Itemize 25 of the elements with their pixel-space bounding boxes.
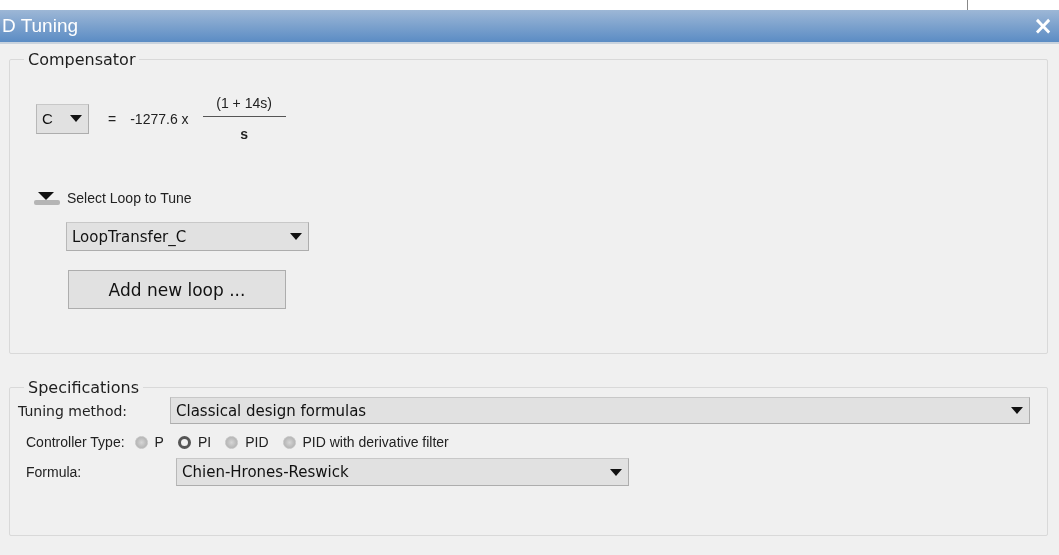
- numerator: (1 + 14s): [215, 95, 273, 113]
- add-loop-button[interactable]: Add new loop ...: [68, 270, 286, 309]
- expander-icon[interactable]: [34, 191, 60, 205]
- radio-option[interactable]: P: [134, 434, 164, 450]
- panel-title: Specifications: [27, 378, 141, 397]
- denominator: s: [240, 125, 248, 142]
- radio-option[interactable]: PID: [225, 434, 269, 450]
- radio-option[interactable]: PI: [177, 434, 212, 450]
- panel-title: Compensator: [27, 50, 137, 69]
- caret-icon: [290, 233, 302, 240]
- gain-value: -1277.6 x: [130, 110, 189, 127]
- radio-option[interactable]: PID with derivative filter: [282, 434, 449, 450]
- caret-icon: [1011, 407, 1023, 414]
- window-title: D Tuning: [2, 15, 79, 37]
- equals-sign: =: [108, 110, 117, 127]
- dropdown[interactable]: Chien-Hrones-Reswick: [176, 458, 629, 486]
- field-label: Formula:: [26, 464, 83, 480]
- dropdown[interactable]: Classical design formulas: [170, 397, 1030, 424]
- section-label: Select Loop to Tune: [67, 190, 192, 206]
- dropdown[interactable]: C: [36, 103, 89, 134]
- dropdown[interactable]: LoopTransfer_C: [66, 222, 309, 251]
- caret-icon: [70, 115, 82, 122]
- field-label: Controller Type:: [26, 434, 125, 450]
- field-label: Tuning method:: [18, 402, 129, 419]
- caret-icon: [610, 468, 622, 476]
